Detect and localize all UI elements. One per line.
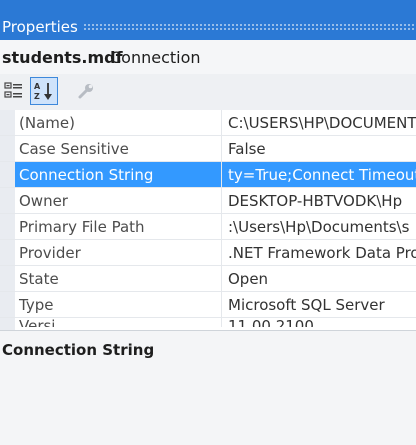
property-row-state[interactable]: State Open xyxy=(0,266,416,292)
property-row-provider[interactable]: Provider .NET Framework Data Prov xyxy=(0,240,416,266)
object-selector[interactable]: students.mdf Connection xyxy=(0,40,416,74)
row-gutter xyxy=(0,240,15,265)
wrench-icon xyxy=(78,84,93,99)
property-row-version[interactable]: Versi 11.00.2100 xyxy=(0,318,416,330)
property-label: State xyxy=(15,266,222,291)
object-name: students.mdf xyxy=(2,48,123,67)
row-gutter xyxy=(0,292,15,317)
row-gutter xyxy=(0,162,15,187)
property-value[interactable]: :\Users\Hp\Documents\s xyxy=(222,214,416,239)
title-drag-grip[interactable] xyxy=(83,23,416,30)
row-gutter xyxy=(0,318,15,330)
property-label: (Name) xyxy=(15,110,222,135)
description-title: Connection String xyxy=(2,341,155,359)
property-value[interactable]: Microsoft SQL Server xyxy=(222,292,416,317)
svg-text:A: A xyxy=(34,82,41,91)
property-value[interactable]: .NET Framework Data Prov xyxy=(222,240,416,265)
property-label: Type xyxy=(15,292,222,317)
property-label: Case Sensitive xyxy=(15,136,222,161)
property-row-type[interactable]: Type Microsoft SQL Server xyxy=(0,292,416,318)
properties-title-bar[interactable]: Properties xyxy=(0,0,416,40)
property-pages-button[interactable] xyxy=(72,77,100,105)
property-value[interactable]: Open xyxy=(222,266,416,291)
property-label: Provider xyxy=(15,240,222,265)
property-row-primary-file-path[interactable]: Primary File Path :\Users\Hp\Documents\s xyxy=(0,214,416,240)
property-label: Versi xyxy=(15,318,222,327)
property-grid: (Name) C:\USERS\HP\DOCUMENT Case Sensiti… xyxy=(0,110,416,330)
property-value[interactable]: ty=True;Connect Timeout xyxy=(222,162,416,187)
property-row-connection-string[interactable]: Connection String ty=True;Connect Timeou… xyxy=(0,162,416,188)
property-row-case-sensitive[interactable]: Case Sensitive False xyxy=(0,136,416,162)
property-value[interactable]: DESKTOP-HBTVODK\Hp xyxy=(222,188,416,213)
property-label: Owner xyxy=(15,188,222,213)
property-value[interactable]: 11.00.2100 xyxy=(222,318,416,327)
row-gutter xyxy=(0,136,15,161)
property-row-owner[interactable]: Owner DESKTOP-HBTVODK\Hp xyxy=(0,188,416,214)
row-gutter xyxy=(0,110,15,135)
object-type: Connection xyxy=(110,48,201,67)
property-value[interactable]: C:\USERS\HP\DOCUMENT xyxy=(222,110,416,135)
properties-toolbar: A Z xyxy=(0,74,416,110)
row-gutter xyxy=(0,214,15,239)
row-gutter xyxy=(0,188,15,213)
property-label: Primary File Path xyxy=(15,214,222,239)
alphabetical-button[interactable]: A Z xyxy=(30,77,58,105)
row-gutter xyxy=(0,266,15,291)
property-value[interactable]: False xyxy=(222,136,416,161)
property-row-name[interactable]: (Name) C:\USERS\HP\DOCUMENT xyxy=(0,110,416,136)
categorized-icon xyxy=(4,82,22,98)
categorized-button[interactable] xyxy=(0,77,28,105)
svg-text:Z: Z xyxy=(34,92,40,101)
window-title: Properties xyxy=(2,18,78,36)
property-label: Connection String xyxy=(15,162,222,187)
description-pane: Connection String xyxy=(0,330,416,445)
alphabetical-sort-icon: A Z xyxy=(34,82,52,101)
